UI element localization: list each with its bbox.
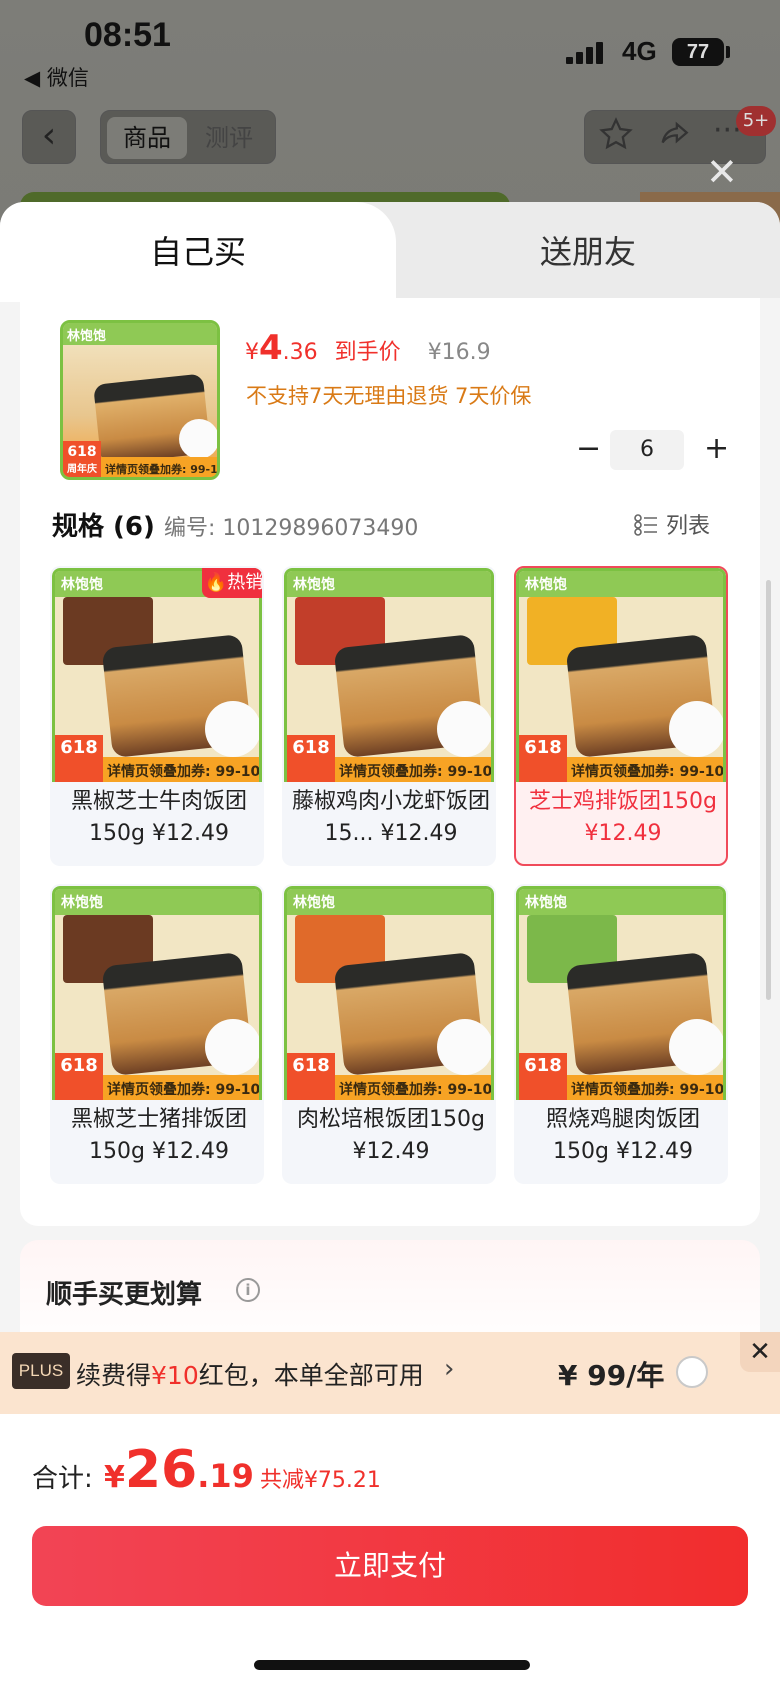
hot-sale-badge: 🔥热销: [202, 568, 262, 598]
variant-image: 林饱饱 618 详情页领叠加券: 99-10: [284, 886, 494, 1100]
total-price: ¥26.19 共减¥75.21: [104, 1440, 381, 1500]
spec-code: 编号: 10129896073490: [164, 516, 419, 541]
price-integer: 4: [259, 328, 283, 368]
variant-image: 林饱饱 618 详情页领叠加券: 99-10: [284, 568, 494, 782]
variant-name: 芝士鸡排饭团150g ¥12.49: [529, 789, 717, 846]
variant-card-selected[interactable]: 林饱饱 618 详情页领叠加券: 99-10 芝士鸡排饭团150g ¥12.49: [514, 566, 728, 866]
variant-image: 林饱饱 618 详情页领叠加券: 99-10: [52, 568, 262, 782]
variant-618-badge: 618: [55, 735, 103, 782]
thumb-coupon: 详情页领叠加券: 99-10: [105, 463, 220, 476]
increase-button[interactable]: +: [704, 430, 729, 468]
battery-tip: [726, 46, 730, 58]
product-thumbnail: 林饱饱 618 周年庆 详情页领叠加券: 99-10: [60, 320, 220, 480]
info-icon[interactable]: i: [236, 1278, 260, 1302]
star-icon[interactable]: [599, 117, 633, 159]
variant-card[interactable]: 林饱饱 618 详情页领叠加券: 99-10 🔥热销 黑椒芝士牛肉饭团150g …: [50, 566, 264, 866]
signal-icon: [566, 42, 606, 64]
total-decimal: .19: [197, 1457, 254, 1495]
decrease-button[interactable]: −: [576, 430, 601, 468]
spec-title: 规格 (6): [52, 512, 155, 542]
price-currency: ¥: [245, 340, 259, 365]
variant-brand: 林饱饱: [61, 577, 103, 593]
variant-coupon: 详情页领叠加券: 99-10: [107, 764, 261, 780]
variant-image: 林饱饱 618 详情页领叠加券: 99-10: [516, 886, 726, 1100]
quantity-stepper: − 6 +: [570, 430, 740, 470]
variant-image: 林饱饱 618 详情页领叠加券: 99-10: [516, 568, 726, 782]
tab-send-friend[interactable]: 送朋友: [396, 202, 780, 298]
total-integer: 26: [124, 1440, 198, 1500]
list-icon: [634, 514, 658, 536]
thumb-618-sub: 周年庆: [67, 464, 97, 475]
variant-card[interactable]: 林饱饱 618 详情页领叠加券: 99-10 肉松培根饭团150g ¥12.49: [282, 884, 496, 1184]
sku-card: 林饱饱 618 周年庆 详情页领叠加券: 99-10 ¥4.36 到手价 ¥16…: [20, 298, 760, 1226]
plus-price: ¥ 99/年: [558, 1359, 665, 1392]
variant-618-badge: 618: [519, 1053, 567, 1100]
variant-name: 照烧鸡腿肉饭团150g ¥12.49: [545, 1107, 700, 1164]
variant-coupon: 详情页领叠加券: 99-10: [339, 1082, 493, 1098]
nav-tabs: 商品 测评: [100, 110, 276, 164]
network-label: 4G: [622, 36, 657, 66]
scrollbar[interactable]: [766, 580, 771, 1000]
variant-name: 黑椒芝士猪排饭团150g ¥12.49: [70, 1107, 247, 1164]
variant-name: 肉松培根饭团150g ¥12.49: [297, 1107, 485, 1164]
back-button[interactable]: ‹: [22, 110, 76, 164]
share-icon[interactable]: [657, 117, 691, 159]
list-view-toggle[interactable]: 列表: [634, 508, 710, 540]
home-indicator: [254, 1660, 530, 1670]
total-currency: ¥: [104, 1460, 125, 1495]
combo-title: 顺手买更划算: [46, 1280, 203, 1310]
sheet-tab-row: 送朋友 自己买: [0, 202, 780, 302]
plus-text-a: 续费得: [76, 1361, 152, 1390]
plus-promo-text[interactable]: 续费得¥10红包，本单全部可用: [76, 1356, 424, 1392]
tab-review[interactable]: 测评: [189, 117, 269, 159]
plus-text-b: 红包，本单全部可用: [198, 1361, 424, 1390]
chevron-right-icon[interactable]: ›: [444, 1354, 454, 1384]
variant-coupon: 详情页领叠加券: 99-10: [571, 1082, 725, 1098]
tab-product[interactable]: 商品: [107, 117, 187, 159]
variant-coupon: 详情页领叠加券: 99-10: [107, 1082, 261, 1098]
back-to-app-link[interactable]: ◀ 微信: [24, 62, 89, 92]
plus-text-red: ¥10: [151, 1361, 199, 1390]
battery-icon: 77: [672, 38, 724, 66]
thumb-618-badge: 618 周年庆: [63, 441, 101, 477]
variant-brand: 林饱饱: [293, 577, 335, 593]
variant-618-badge: 618: [55, 1053, 103, 1100]
notification-badge: 5+: [736, 106, 776, 136]
policy-text: 不支持7天无理由退货 7天价保: [246, 384, 532, 408]
thumb-brand: 林饱饱: [67, 329, 107, 344]
variant-name: 藤椒鸡肉小龙虾饭团15... ¥12.49: [292, 789, 491, 846]
price-line: ¥4.36 到手价 ¥16.9: [245, 328, 491, 368]
variant-name: 黑椒芝士牛肉饭团150g ¥12.49: [70, 789, 247, 846]
quantity-value[interactable]: 6: [610, 430, 684, 470]
variant-618-badge: 618: [287, 1053, 335, 1100]
close-plus-button[interactable]: ✕: [740, 1332, 780, 1372]
total-savings: 共减¥75.21: [259, 1468, 381, 1493]
status-time: 08:51: [84, 16, 171, 54]
variant-618-badge: 618: [287, 735, 335, 782]
variant-coupon: 详情页领叠加券: 99-10: [571, 764, 725, 780]
plus-tag: PLUS: [12, 1353, 70, 1389]
variant-618-badge: 618: [519, 735, 567, 782]
status-bar: 08:51 ◀ 微信 4G 77: [0, 0, 780, 90]
variant-card[interactable]: 林饱饱 618 详情页领叠加券: 99-10 藤椒鸡肉小龙虾饭团15... ¥1…: [282, 566, 496, 866]
thumb-618-number: 618: [67, 444, 97, 460]
total-label: 合计:: [32, 1464, 93, 1494]
price-label: 到手价: [334, 340, 401, 365]
variant-card[interactable]: 林饱饱 618 详情页领叠加券: 99-10 黑椒芝士猪排饭团150g ¥12.…: [50, 884, 264, 1184]
variant-coupon: 详情页领叠加券: 99-10: [339, 764, 493, 780]
variant-brand: 林饱饱: [293, 895, 335, 911]
tab-buy-self[interactable]: 自己买: [0, 202, 396, 302]
pay-now-button[interactable]: 立即支付: [32, 1526, 748, 1606]
variant-card[interactable]: 林饱饱 618 详情页领叠加券: 99-10 照烧鸡腿肉饭团150g ¥12.4…: [514, 884, 728, 1184]
price-decimal: .36: [282, 340, 318, 365]
original-price: ¥16.9: [427, 340, 491, 365]
variant-brand: 林饱饱: [525, 895, 567, 911]
plus-radio[interactable]: [676, 1356, 708, 1388]
list-label: 列表: [666, 514, 711, 539]
close-sheet-button[interactable]: ✕: [706, 150, 738, 194]
top-nav: ‹ 商品 测评 ···: [0, 108, 780, 168]
variant-image: 林饱饱 618 详情页领叠加券: 99-10: [52, 886, 262, 1100]
variant-brand: 林饱饱: [525, 577, 567, 593]
variant-brand: 林饱饱: [61, 895, 103, 911]
